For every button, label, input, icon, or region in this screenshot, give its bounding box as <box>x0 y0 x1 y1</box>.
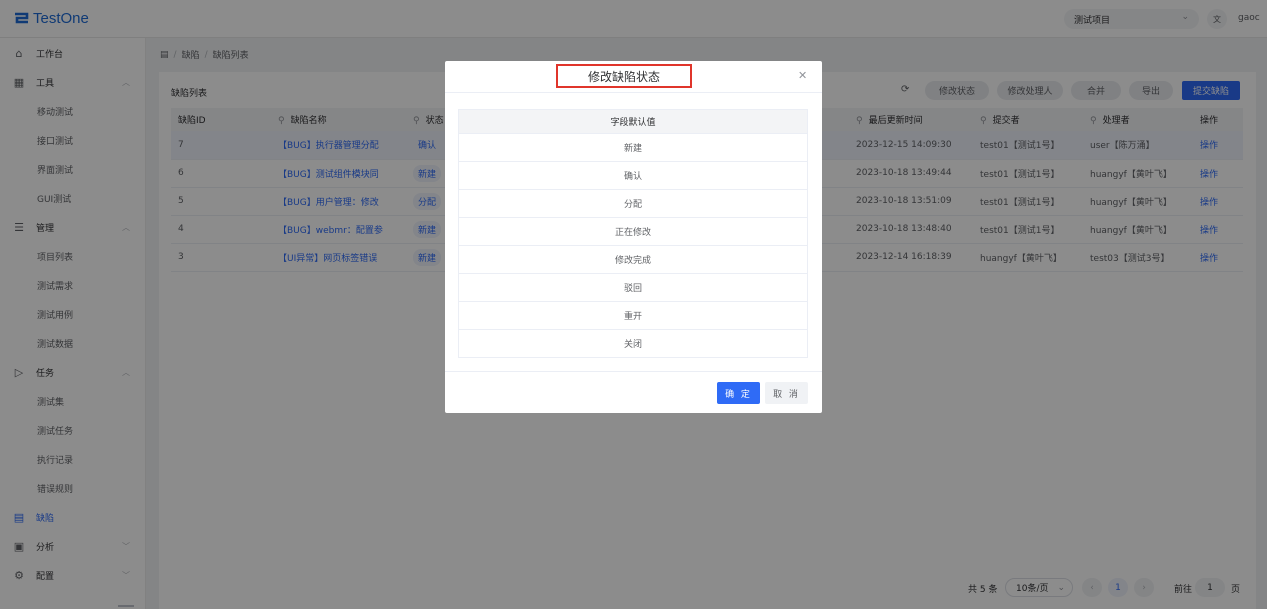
status-option[interactable]: 分配 <box>458 189 808 218</box>
status-option[interactable]: 新建 <box>458 133 808 162</box>
status-option[interactable]: 重开 <box>458 301 808 330</box>
status-table-header: 字段默认值 <box>458 109 808 134</box>
dialog-header-divider <box>445 92 822 93</box>
status-option[interactable]: 正在修改 <box>458 217 808 246</box>
status-option[interactable]: 关闭 <box>458 329 808 358</box>
dialog-title: 修改缺陷状态 <box>556 64 692 88</box>
close-icon[interactable]: ✕ <box>798 69 807 82</box>
change-status-dialog: 修改缺陷状态 ✕ 字段默认值 新建 确认 分配 正在修改 修改完成 驳回 重开 … <box>445 61 822 413</box>
status-option[interactable]: 修改完成 <box>458 245 808 274</box>
cancel-button[interactable]: 取 消 <box>765 382 808 404</box>
confirm-button[interactable]: 确 定 <box>717 382 760 404</box>
status-option-table: 字段默认值 新建 确认 分配 正在修改 修改完成 驳回 重开 关闭 <box>458 109 808 358</box>
dialog-footer-divider <box>445 371 822 372</box>
status-option[interactable]: 驳回 <box>458 273 808 302</box>
status-option[interactable]: 确认 <box>458 161 808 190</box>
